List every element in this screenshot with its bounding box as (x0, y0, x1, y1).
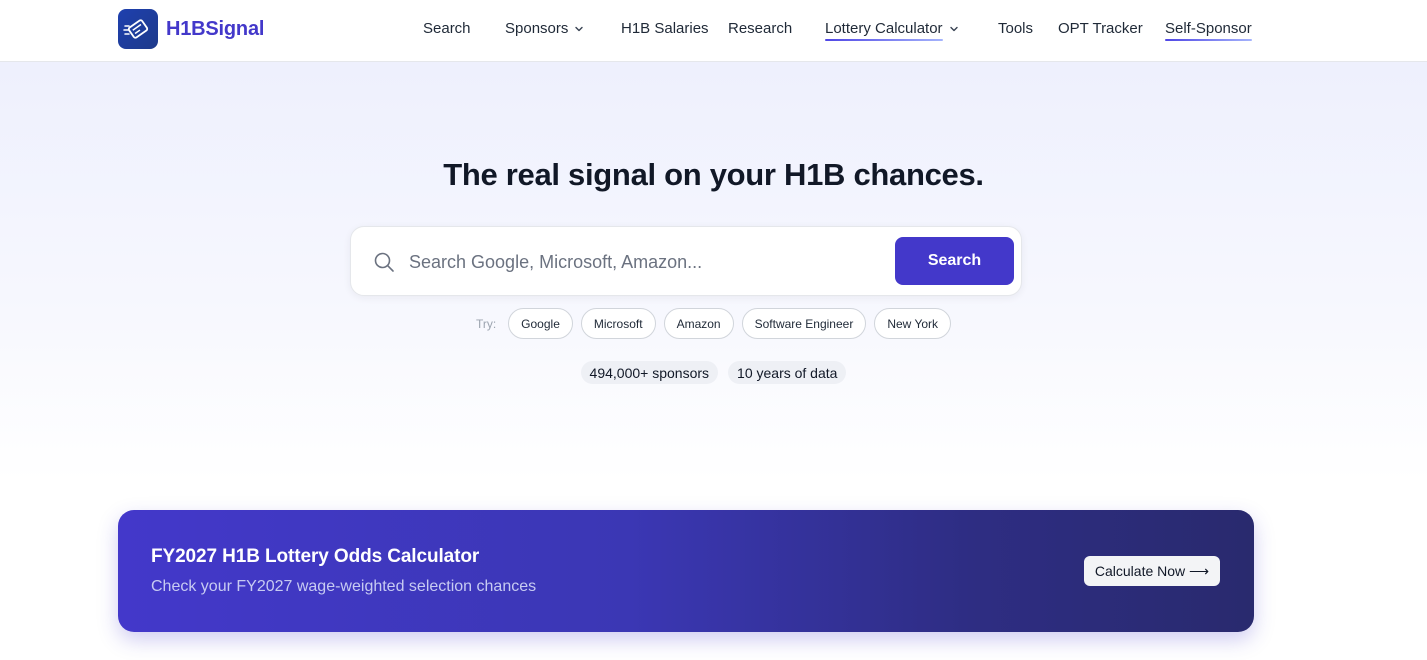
nav-item-self-sponsor[interactable]: Self-Sponsor (1165, 20, 1252, 41)
nav-item-label: Lottery Calculator (825, 20, 943, 41)
chevron-down-icon (949, 24, 959, 34)
stat-years-of-data: 10 years of data (728, 361, 847, 384)
nav-item-label: Self-Sponsor (1165, 20, 1252, 41)
main-nav: Search Sponsors H1B Salaries Research Lo… (0, 0, 1427, 60)
nav-item-search[interactable]: Search (423, 20, 471, 37)
search-button[interactable]: Search (895, 237, 1014, 285)
hero-title: The real signal on your H1B chances. (443, 157, 984, 192)
stats-row: 494,000+ sponsors 10 years of data (0, 361, 1427, 384)
nav-item-label: H1B Salaries (621, 20, 709, 37)
nav-item-tools[interactable]: Tools (998, 20, 1033, 37)
nav-item-label: Tools (998, 20, 1034, 37)
nav-item-label: OPT Tracker (1058, 20, 1143, 37)
banner-title: FY2027 H1B Lottery Odds Calculator (151, 546, 480, 567)
suggestion-chip-google[interactable]: Google (508, 308, 573, 339)
suggestion-chip-software-engineer[interactable]: Software Engineer (741, 308, 867, 339)
search-box: Search (350, 226, 1022, 296)
site-header: H1BSignal Search Sponsors H1B Salaries R… (0, 0, 1427, 62)
suggestion-chip-microsoft[interactable]: Microsoft (580, 308, 656, 339)
suggestion-chip-amazon[interactable]: Amazon (663, 308, 734, 339)
nav-item-lottery-calculator[interactable]: Lottery Calculator (825, 20, 959, 41)
nav-item-research[interactable]: Research (728, 20, 792, 37)
banner-subtitle: Check your FY2027 wage-weighted selectio… (151, 578, 537, 595)
calculate-now-button[interactable]: Calculate Now ⟶ (1084, 556, 1220, 586)
nav-item-label: Sponsors (505, 20, 569, 37)
nav-item-opt-tracker[interactable]: OPT Tracker (1058, 20, 1143, 37)
suggestion-row: Try: Google Microsoft Amazon Software En… (0, 308, 1427, 339)
nav-item-label: Research (728, 20, 793, 37)
nav-item-sponsors[interactable]: Sponsors (505, 20, 584, 37)
hero-section: The real signal on your H1B chances. Sea… (0, 62, 1427, 482)
nav-item-h1b-salaries[interactable]: H1B Salaries (621, 20, 709, 37)
search-icon (373, 251, 395, 278)
search-input[interactable] (409, 243, 879, 281)
nav-item-label: Search (423, 20, 471, 37)
stat-sponsors-count: 494,000+ sponsors (580, 361, 719, 384)
try-label: Try: (475, 316, 497, 331)
chevron-down-icon (574, 24, 584, 34)
lottery-calculator-banner: FY2027 H1B Lottery Odds Calculator Check… (118, 510, 1254, 632)
suggestion-chip-new-york[interactable]: New York (874, 308, 952, 339)
